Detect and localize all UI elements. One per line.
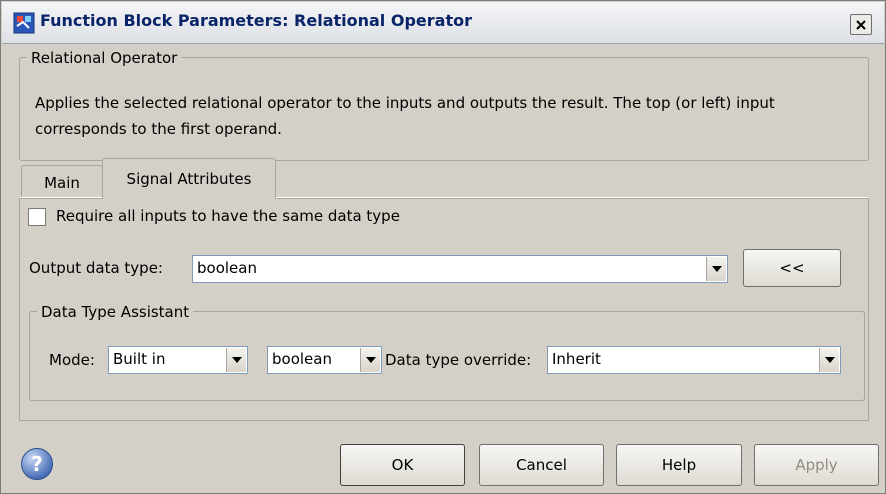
data-type-override-label: Data type override: bbox=[385, 351, 532, 369]
dialog-window: Function Block Parameters: Relational Op… bbox=[0, 0, 886, 494]
chevron-down-icon bbox=[365, 357, 376, 363]
ok-button[interactable]: OK bbox=[340, 444, 465, 486]
window-title: Function Block Parameters: Relational Op… bbox=[40, 11, 472, 30]
tab-main[interactable]: Main bbox=[21, 165, 103, 199]
close-icon bbox=[856, 19, 866, 30]
output-data-type-value: boolean bbox=[197, 259, 257, 277]
builtin-type-value: boolean bbox=[272, 350, 332, 368]
description-text: Applies the selected relational operator… bbox=[35, 94, 775, 138]
builtin-type-dropdown-button[interactable] bbox=[360, 348, 380, 372]
require-same-type-checkbox[interactable] bbox=[28, 208, 46, 226]
mode-label: Mode: bbox=[49, 351, 95, 369]
help-button[interactable]: Help bbox=[616, 444, 742, 486]
require-same-type-label[interactable]: Require all inputs to have the same data… bbox=[56, 207, 400, 225]
mode-dropdown-button[interactable] bbox=[226, 348, 246, 372]
apply-button-label: Apply bbox=[795, 456, 838, 474]
chevron-down-icon bbox=[824, 357, 835, 363]
output-data-type-dropdown-button[interactable] bbox=[706, 257, 726, 281]
output-data-type-label: Output data type: bbox=[29, 259, 163, 277]
close-button[interactable] bbox=[850, 14, 872, 35]
tab-signal-attributes-label: Signal Attributes bbox=[126, 170, 252, 188]
help-icon-glyph: ? bbox=[31, 452, 43, 476]
builtin-type-combo[interactable]: boolean bbox=[267, 346, 382, 374]
output-data-type-combo[interactable]: boolean bbox=[192, 255, 728, 283]
title-bar[interactable]: Function Block Parameters: Relational Op… bbox=[2, 2, 884, 44]
mode-combo[interactable]: Built in bbox=[108, 346, 248, 374]
data-type-override-dropdown-button[interactable] bbox=[819, 348, 839, 372]
mode-value: Built in bbox=[113, 350, 166, 368]
apply-button[interactable]: Apply bbox=[754, 444, 879, 486]
simulink-block-icon bbox=[13, 12, 35, 34]
tab-main-label: Main bbox=[44, 173, 80, 192]
tab-signal-attributes[interactable]: Signal Attributes bbox=[102, 158, 276, 199]
help-icon[interactable]: ? bbox=[21, 448, 53, 480]
help-button-label: Help bbox=[661, 456, 697, 474]
data-type-assistant-legend: Data Type Assistant bbox=[37, 303, 194, 321]
description-legend: Relational Operator bbox=[27, 49, 182, 67]
collapse-assistant-button[interactable]: << bbox=[743, 249, 841, 287]
collapse-assistant-label: << bbox=[779, 259, 805, 277]
cancel-button[interactable]: Cancel bbox=[479, 444, 604, 486]
ok-button-label: OK bbox=[391, 456, 414, 474]
data-type-override-combo[interactable]: Inherit bbox=[547, 346, 841, 374]
chevron-down-icon bbox=[711, 266, 722, 272]
data-type-override-value: Inherit bbox=[552, 350, 601, 368]
chevron-down-icon bbox=[231, 357, 242, 363]
cancel-button-label: Cancel bbox=[516, 456, 567, 474]
